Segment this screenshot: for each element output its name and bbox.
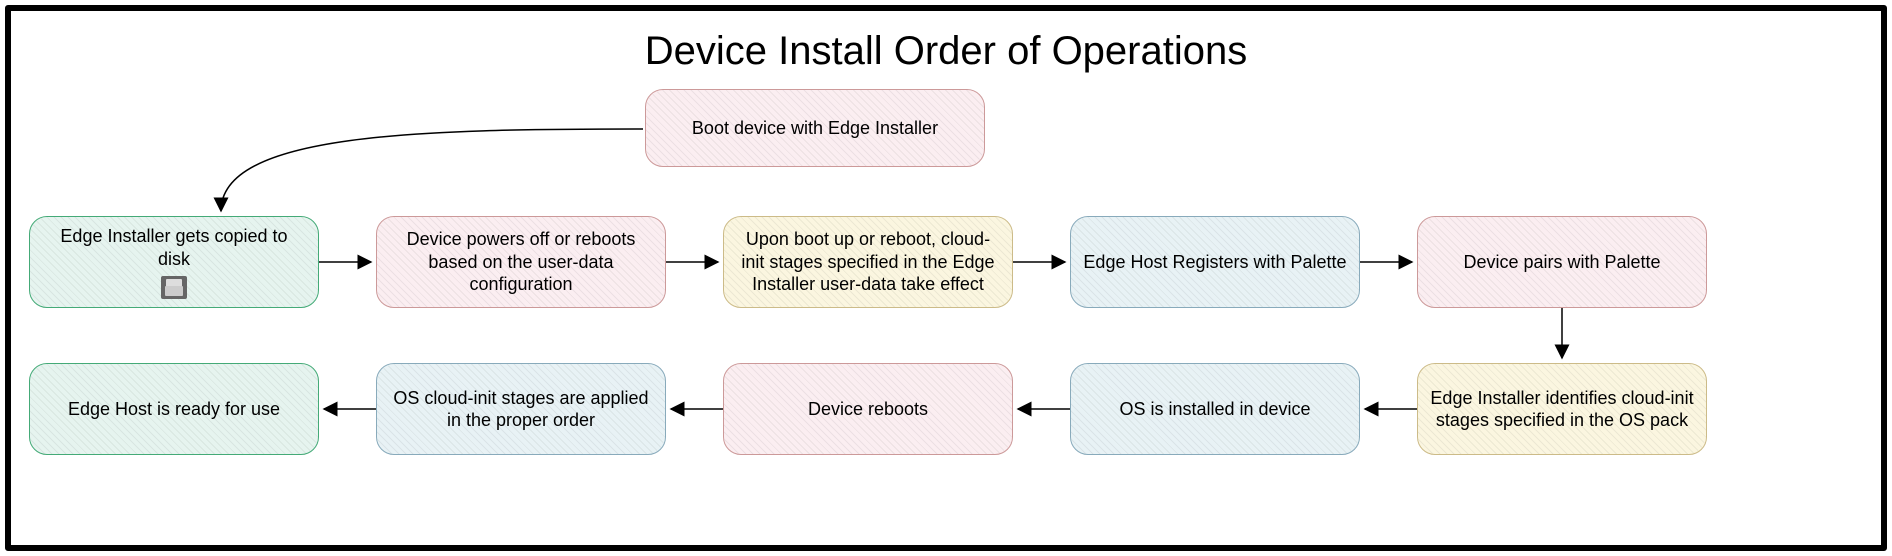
node-os-install: OS is installed in device <box>1070 363 1360 455</box>
node-identify-os-label: Edge Installer identifies cloud-init sta… <box>1430 387 1694 432</box>
floppy-disk-icon <box>161 276 187 299</box>
node-boot-label: Boot device with Edge Installer <box>692 117 938 140</box>
node-reboot-label: Device reboots <box>808 398 928 421</box>
arrow-identify-to-osinstall <box>1360 401 1417 417</box>
arrow-copied-to-poweroff <box>319 254 376 270</box>
node-os-cloudinit: OS cloud-init stages are applied in the … <box>376 363 666 455</box>
node-register-label: Edge Host Registers with Palette <box>1083 251 1346 274</box>
arrow-reboot-to-oscloudinit <box>666 401 723 417</box>
node-ready-label: Edge Host is ready for use <box>68 398 280 421</box>
arrow-register-to-pair <box>1360 254 1417 270</box>
arrow-pair-to-identify <box>1554 308 1570 363</box>
node-identify-os: Edge Installer identifies cloud-init sta… <box>1417 363 1707 455</box>
node-reboot: Device reboots <box>723 363 1013 455</box>
node-cloudinit-edge-label: Upon boot up or reboot, cloud-init stage… <box>736 228 1000 296</box>
diagram-frame: Device Install Order of Operations Boot … <box>5 5 1887 551</box>
node-os-install-label: OS is installed in device <box>1119 398 1310 421</box>
node-register: Edge Host Registers with Palette <box>1070 216 1360 308</box>
node-pair: Device pairs with Palette <box>1417 216 1707 308</box>
node-pair-label: Device pairs with Palette <box>1463 251 1660 274</box>
arrow-oscloudinit-to-ready <box>319 401 376 417</box>
node-ready: Edge Host is ready for use <box>29 363 319 455</box>
node-poweroff-label: Device powers off or reboots based on th… <box>389 228 653 296</box>
arrow-cloudinit-to-register <box>1013 254 1070 270</box>
node-copied-label: Edge Installer gets copied to disk <box>42 225 306 270</box>
arrow-boot-to-copied <box>171 121 651 221</box>
node-os-cloudinit-label: OS cloud-init stages are applied in the … <box>389 387 653 432</box>
node-poweroff: Device powers off or reboots based on th… <box>376 216 666 308</box>
arrow-osinstall-to-reboot <box>1013 401 1070 417</box>
node-boot: Boot device with Edge Installer <box>645 89 985 167</box>
diagram-title: Device Install Order of Operations <box>11 29 1881 74</box>
node-cloudinit-edge: Upon boot up or reboot, cloud-init stage… <box>723 216 1013 308</box>
node-copied: Edge Installer gets copied to disk <box>29 216 319 308</box>
arrow-poweroff-to-cloudinit <box>666 254 723 270</box>
